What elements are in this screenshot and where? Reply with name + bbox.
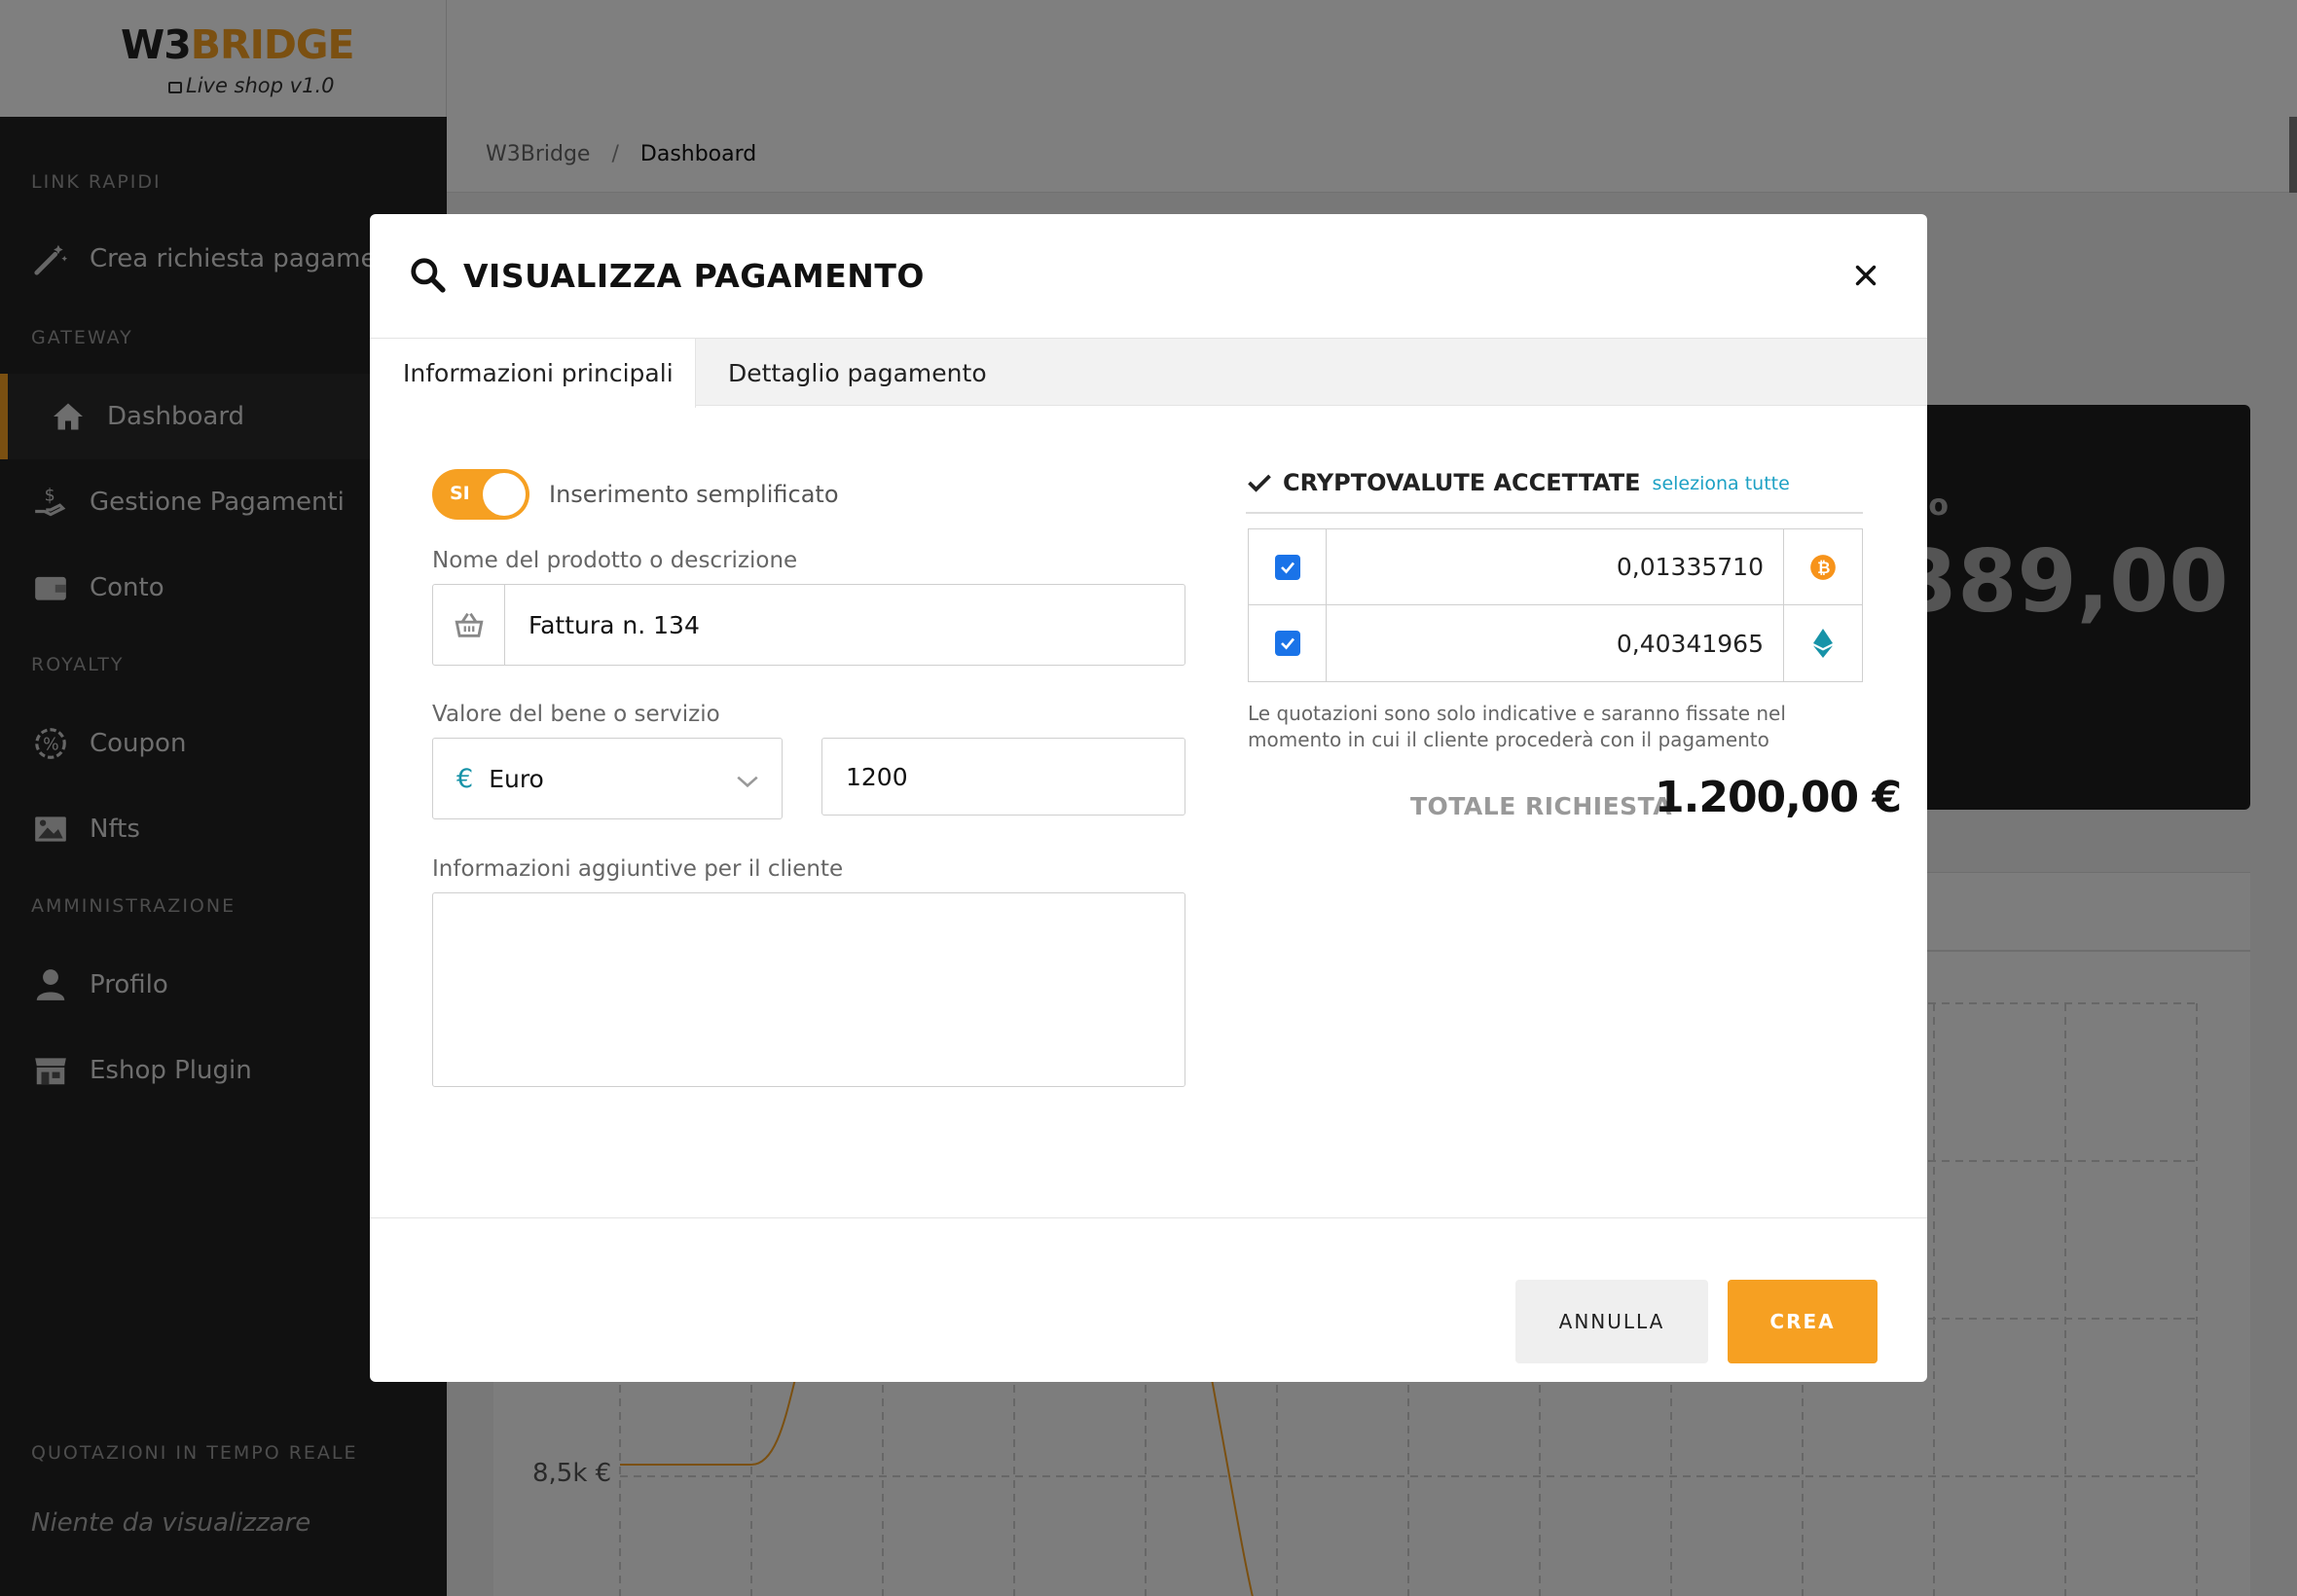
crypto-value-bitcoin: 0,01335710	[1327, 529, 1784, 604]
crypto-value-ethereum: 0,40341965	[1327, 605, 1784, 681]
toggle-knob	[483, 473, 526, 516]
crypto-checkbox-ethereum[interactable]	[1249, 605, 1327, 681]
modal-title: VISUALIZZA PAGAMENTO	[463, 257, 925, 295]
crypto-checkbox-bitcoin[interactable]	[1249, 529, 1327, 604]
simplified-input-toggle[interactable]: SI	[432, 469, 529, 520]
crypto-title: CRYPTOVALUTE ACCETTATE	[1283, 469, 1641, 496]
create-button[interactable]: CREA	[1728, 1280, 1878, 1363]
modal-tabs: Informazioni principali Dettaglio pagame…	[370, 338, 1927, 408]
product-field[interactable]: Fattura n. 134	[432, 584, 1185, 666]
currency-selected: Euro	[489, 764, 544, 793]
currency-select[interactable]: € Euro	[432, 738, 783, 819]
toggle-text: Inserimento semplificato	[549, 481, 839, 508]
total-value: 1.200,00 €	[1655, 773, 1902, 822]
bitcoin-icon: ₿	[1784, 529, 1862, 604]
svg-text:₿: ₿	[1817, 558, 1830, 576]
amount-input[interactable]: 1200	[821, 738, 1185, 816]
modal-header: VISUALIZZA PAGAMENTO	[370, 214, 1927, 338]
info-label: Informazioni aggiuntive per il cliente	[432, 856, 844, 882]
total-label: TOTALE RICHIESTA	[1410, 792, 1673, 820]
cancel-button[interactable]: ANNULLA	[1515, 1280, 1708, 1363]
tab-informazioni-principali[interactable]: Informazioni principali	[370, 339, 696, 408]
product-label: Nome del prodotto o descrizione	[432, 548, 798, 573]
info-textarea[interactable]	[432, 892, 1185, 1087]
search-icon	[409, 256, 446, 297]
check-icon	[1246, 469, 1273, 500]
ethereum-icon	[1784, 605, 1862, 681]
chevron-down-icon	[735, 768, 760, 796]
basket-icon	[433, 585, 505, 665]
checkbox-checked-icon	[1274, 554, 1300, 580]
crypto-note: Le quotazioni sono solo indicative e sar…	[1248, 702, 1786, 751]
select-all-link[interactable]: seleziona tutte	[1653, 473, 1790, 494]
crypto-row-bitcoin: 0,01335710 ₿	[1249, 529, 1862, 605]
product-input[interactable]: Fattura n. 134	[505, 585, 1185, 665]
crypto-header: CRYPTOVALUTE ACCETTATE seleziona tutte	[1246, 469, 1863, 514]
crypto-table: 0,01335710 ₿ 0,40341965	[1248, 528, 1863, 682]
close-icon[interactable]	[1849, 259, 1882, 292]
tab-dettaglio-pagamento[interactable]: Dettaglio pagamento	[728, 339, 987, 407]
modal-footer: ANNULLA CREA	[370, 1217, 1927, 1382]
euro-icon: €	[456, 763, 474, 794]
payment-modal: VISUALIZZA PAGAMENTO Informazioni princi…	[370, 214, 1927, 1382]
toggle-label: SI	[450, 483, 470, 504]
value-label: Valore del bene o servizio	[432, 702, 720, 727]
checkbox-checked-icon	[1274, 631, 1300, 656]
crypto-row-ethereum: 0,40341965	[1249, 605, 1862, 681]
